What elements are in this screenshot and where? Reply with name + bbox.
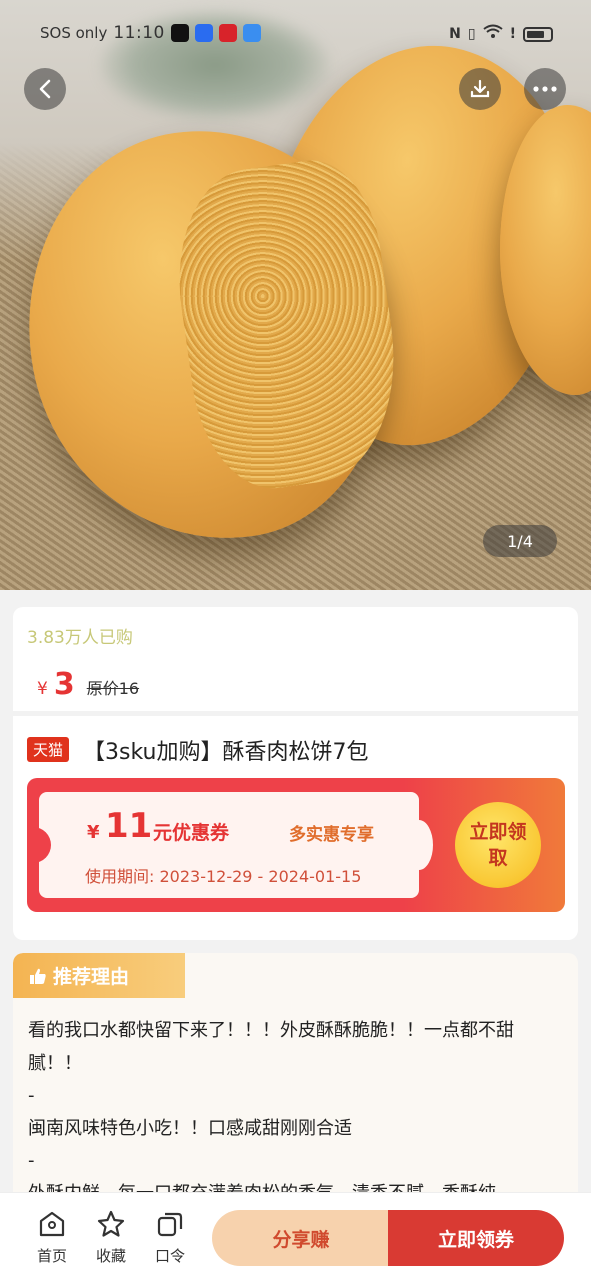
coupon-period: 使用期间: 2023-12-29 - 2024-01-15 [85,867,362,886]
news-app-icon [218,24,237,42]
recommend-line: 看的我口水都快留下来了！！！外皮酥酥脆脆！！一点都不甜腻！！ [28,1020,514,1074]
current-price: 3 [53,667,75,702]
nav-code-label: 口令 [154,1247,185,1265]
download-icon [470,79,490,98]
back-icon [39,79,51,99]
coupon-currency: ¥ [87,822,100,843]
star-icon [97,1210,125,1237]
coupon-body: ¥ 11 元优惠券 多实惠专享 使用期间: 2023-12-29 - 2024-… [27,792,433,898]
product-image-carousel[interactable]: SOS only 11:10 N ▯ ! 1/4 [0,0,591,590]
status-bar-left: SOS only 11:10 [40,22,261,44]
nfc-icon: N [449,26,461,42]
coupon-exclusive: 多实惠专享 [289,825,374,845]
recommend-line: - [28,1150,35,1171]
status-time: 11:10 [113,23,165,43]
sold-count-text: 3.83万人已购 [27,628,133,648]
sos-text: SOS only [40,24,108,42]
coupon-section: ¥ 11 元优惠券 多实惠专享 使用期间: 2023-12-29 - 2024-… [13,766,578,940]
thumbs-up-icon [30,968,46,984]
share-earn-button[interactable]: 分享赚 [212,1210,390,1266]
nav-code[interactable]: 口令 [145,1209,195,1266]
tmall-badge: 天猫 [27,737,70,762]
more-button[interactable] [524,68,566,110]
tiktok-icon [170,24,189,42]
mail-app-icon [242,24,261,42]
download-button[interactable] [459,68,501,110]
claim-coupon-button[interactable]: 立即领取 [455,802,541,888]
coupon-ticket[interactable]: ¥ 11 元优惠券 多实惠专享 使用期间: 2023-12-29 - 2024-… [27,778,565,912]
wifi-icon [482,24,503,44]
battery-icon [523,26,553,42]
status-bar-right: N ▯ ! [449,24,553,44]
copy-icon [157,1212,183,1237]
price-row: ¥ 3 原价16 [13,651,578,711]
bottom-action-bar: 首页 收藏 口令 分享赚 立即领券 [0,1192,591,1280]
recommend-tag: 推荐理由 [13,953,185,998]
shield-app-icon [194,24,213,42]
sold-count: 3.83万人已购 [13,607,578,651]
alert-icon: ! [509,26,516,42]
original-price: 原价16 [86,679,140,698]
image-pager: 1/4 [483,525,557,557]
vibrate-icon: ▯ [467,26,476,42]
nav-home-label: 首页 [36,1247,67,1265]
back-button[interactable] [24,68,66,110]
nav-home[interactable]: 首页 [27,1209,77,1266]
claim-coupon-main-button[interactable]: 立即领券 [388,1210,564,1266]
recommend-text: 看的我口水都快留下来了！！！外皮酥酥脆脆！！一点都不甜腻！！ - 闽南风味特色小… [28,1015,563,1210]
recommend-line: - [28,1085,35,1106]
more-icon [533,86,557,92]
recommend-line: 闽南风味特色小吃！！口感咸甜刚刚合适 [28,1117,352,1139]
home-icon [39,1211,65,1237]
nav-favorite[interactable]: 收藏 [86,1209,136,1266]
product-title-row: 天猫 【3sku加购】酥香肉松饼7包 [13,716,578,766]
coupon-label: 元优惠券 [153,822,230,844]
price-currency: ¥ [37,679,48,699]
recommend-section: 推荐理由 看的我口水都快留下来了！！！外皮酥酥脆脆！！一点都不甜腻！！ - 闽南… [13,953,578,1213]
nav-favorite-label: 收藏 [95,1247,126,1265]
product-title: 【3sku加购】酥香肉松饼7包 [83,739,369,765]
coupon-amount: 11 [105,806,153,846]
recommend-tag-label: 推荐理由 [53,966,130,988]
